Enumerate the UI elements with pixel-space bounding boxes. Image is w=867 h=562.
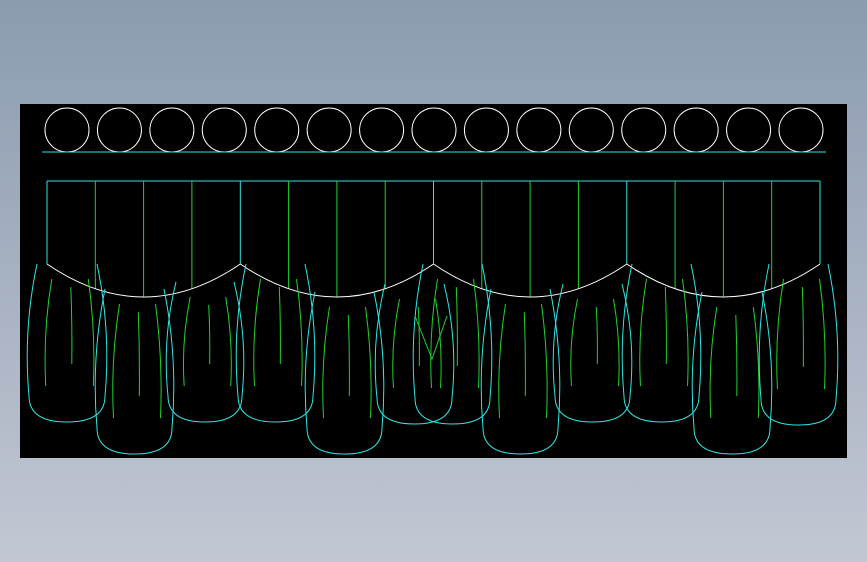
scallop-circle (411, 107, 457, 153)
scallop-circle (201, 107, 247, 153)
tail-fold-line (137, 311, 140, 397)
tail-fold-line (44, 278, 53, 387)
scallop-circle (44, 107, 90, 153)
valance-drawing (26, 107, 839, 455)
tail-fold-line (709, 306, 718, 419)
tail-fold-line (208, 304, 211, 365)
tail-outline (304, 291, 385, 455)
scallop-circle (516, 107, 562, 153)
tail-fold-line (541, 303, 548, 419)
scallop-circle (359, 107, 405, 153)
tail-fold-line (253, 278, 261, 387)
tail-fold-line (296, 278, 303, 387)
tail-fold-line (392, 298, 400, 389)
scallop-circle (306, 107, 352, 153)
tail-fold-line (70, 286, 73, 365)
tail-outline (552, 283, 633, 423)
tail-fold-line (735, 314, 738, 397)
scallop-circle (726, 107, 772, 153)
tail-fold-line (801, 286, 804, 368)
tail-fold-line (87, 278, 95, 387)
scallop-circle (254, 107, 300, 153)
tail-fold-line (435, 298, 442, 389)
tail-outline (621, 263, 702, 423)
scallop-circle (463, 107, 509, 153)
tail-outline (235, 263, 316, 423)
tail-outline (758, 263, 839, 426)
tail-fold-line (155, 303, 162, 419)
scallop-circle (621, 107, 667, 153)
scallop-circle (96, 107, 142, 153)
tail-fold-line (523, 311, 526, 397)
tail-fold-line (752, 306, 760, 419)
tail-outline (480, 288, 561, 455)
tail-fold-line (498, 303, 506, 419)
scallop-circle (568, 107, 614, 153)
tail-fold-line (455, 286, 458, 367)
tail-fold-line (639, 278, 647, 387)
tail-fold-line (776, 278, 784, 390)
tail-fold-line (365, 306, 372, 419)
tails (26, 263, 839, 455)
swag-arcs (46, 263, 821, 298)
scallop-circles (44, 107, 824, 153)
scallop-circle (149, 107, 195, 153)
tail-fold-line (112, 303, 120, 419)
cad-viewport (20, 104, 847, 458)
tail-fold-line (182, 296, 191, 387)
tail-outline (165, 281, 245, 423)
tail-fold-line (278, 286, 281, 365)
pleat-panel (46, 180, 821, 297)
scallop-circle (673, 107, 719, 153)
tail-fold-line (417, 306, 420, 367)
tail-fold-line (819, 278, 826, 390)
tail-fold-line (473, 278, 480, 389)
tail-fold-line (322, 306, 330, 419)
tail-fold-line (664, 286, 667, 365)
tail-fold-line (570, 298, 578, 387)
tail-fold-line (347, 314, 350, 397)
scallop-circle (778, 107, 824, 153)
tail-fold-line (682, 278, 689, 387)
tail-fold-line (430, 278, 438, 389)
tail-outline (374, 283, 455, 425)
tail-fold-line (595, 306, 598, 365)
tail-fold-line (225, 296, 232, 387)
tail-fold-line (613, 298, 620, 387)
